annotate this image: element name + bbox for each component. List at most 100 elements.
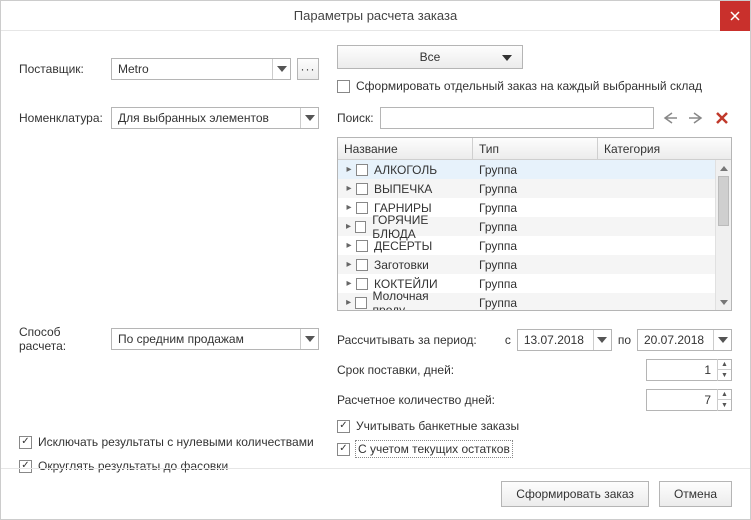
row-checkbox[interactable]	[356, 202, 368, 214]
remains-label: С учетом текущих остатков	[356, 441, 512, 457]
row-checkbox[interactable]	[356, 183, 368, 195]
calc-days-value: 7	[647, 393, 717, 407]
spinner-down-button[interactable]: ▼	[718, 370, 731, 381]
row-category	[598, 198, 731, 217]
calc-days-label: Расчетное количество дней:	[337, 393, 636, 407]
calc-days-row: Расчетное количество дней: 7 ▲ ▼	[337, 389, 732, 411]
period-row: Рассчитывать за период: с 13.07.2018 по …	[337, 329, 732, 351]
grid-scrollbar[interactable]	[715, 160, 731, 310]
delivery-days-label: Срок поставки, дней:	[337, 363, 636, 377]
table-row[interactable]: ▸ ВЫПЕЧКА Группа	[338, 179, 731, 198]
date-from-value: 13.07.2018	[518, 333, 593, 347]
nomenclature-grid: Название Тип Категория ▸ АЛКОГОЛЬ Группа ▸ В…	[337, 137, 732, 311]
spinner-up-button[interactable]: ▲	[718, 359, 731, 370]
tree-expand-icon[interactable]: ▸	[344, 297, 353, 308]
row-name: АЛКОГОЛЬ	[374, 163, 437, 177]
row-type: Группа	[473, 160, 598, 179]
supplier-label: Поставщик:	[19, 62, 105, 76]
tree-expand-icon[interactable]: ▸	[344, 240, 354, 251]
tree-expand-icon[interactable]: ▸	[344, 183, 354, 194]
date-from-input[interactable]: 13.07.2018	[517, 329, 612, 351]
scroll-thumb[interactable]	[718, 176, 729, 226]
column-header-name[interactable]: Название	[338, 138, 473, 159]
supplier-value: Metro	[112, 62, 272, 76]
row-category	[598, 217, 731, 236]
supplier-browse-button[interactable]: ···	[297, 58, 319, 80]
table-row[interactable]: ▸ ДЕСЕРТЫ Группа	[338, 236, 731, 255]
row-name: ВЫПЕЧКА	[374, 182, 432, 196]
row-name: Заготовки	[374, 258, 429, 272]
row-checkbox[interactable]	[356, 278, 368, 290]
row-checkbox[interactable]	[355, 297, 366, 309]
tree-expand-icon[interactable]: ▸	[344, 259, 354, 270]
method-label: Способ расчета:	[19, 325, 105, 353]
tree-expand-icon[interactable]: ▸	[344, 278, 354, 289]
method-combo[interactable]: По средним продажам	[111, 328, 319, 350]
period-to-label: по	[618, 333, 631, 347]
nomenclature-value: Для выбранных элементов	[112, 111, 300, 125]
tree-expand-icon[interactable]: ▸	[344, 164, 354, 175]
supplier-row: Поставщик: Metro ···	[19, 45, 319, 93]
column-header-type[interactable]: Тип	[473, 138, 598, 159]
chevron-down-icon[interactable]	[272, 59, 290, 79]
nomenclature-row: Номенклатура: Для выбранных элементов	[19, 107, 319, 129]
row-checkbox[interactable]	[356, 164, 368, 176]
supplier-combo[interactable]: Metro	[111, 58, 291, 80]
row-checkbox[interactable]	[356, 240, 368, 252]
table-row[interactable]: ▸ГОРЯЧИЕ БЛЮДАГруппа	[338, 217, 731, 236]
close-button[interactable]	[720, 1, 750, 31]
search-prev-button[interactable]	[660, 108, 680, 128]
row-name: ДЕСЕРТЫ	[374, 239, 432, 253]
calc-days-input[interactable]: 7 ▲ ▼	[646, 389, 732, 411]
scroll-down-button[interactable]	[716, 294, 731, 310]
arrow-left-icon	[662, 112, 678, 124]
table-row[interactable]: ▸ АЛКОГОЛЬ Группа	[338, 160, 731, 179]
scroll-up-button[interactable]	[716, 160, 731, 176]
chevron-down-icon[interactable]	[593, 330, 611, 350]
separate-order-checkbox[interactable]: Сформировать отдельный заказ на каждый в…	[337, 79, 732, 93]
row-type: Группа	[473, 179, 598, 198]
x-icon	[715, 111, 729, 125]
window-title: Параметры расчета заказа	[294, 8, 457, 23]
tree-expand-icon[interactable]: ▸	[344, 221, 353, 232]
table-row[interactable]: ▸ Заготовки Группа	[338, 255, 731, 274]
chevron-down-icon	[502, 50, 512, 64]
cancel-button[interactable]: Отмена	[659, 481, 732, 507]
chevron-down-icon[interactable]	[300, 329, 318, 349]
nomenclature-combo[interactable]: Для выбранных элементов	[111, 107, 319, 129]
row-type: Группа	[473, 293, 598, 310]
row-category	[598, 179, 731, 198]
search-input[interactable]	[380, 107, 654, 129]
spinner-down-button[interactable]: ▼	[718, 400, 731, 411]
delivery-days-row: Срок поставки, дней: 1 ▲ ▼	[337, 359, 732, 381]
chevron-down-icon[interactable]	[300, 108, 318, 128]
row-type: Группа	[473, 198, 598, 217]
tree-expand-icon[interactable]: ▸	[344, 202, 354, 213]
row-checkbox[interactable]	[355, 221, 366, 233]
date-to-input[interactable]: 20.07.2018	[637, 329, 732, 351]
row-category	[598, 274, 731, 293]
row-type: Группа	[473, 236, 598, 255]
date-to-value: 20.07.2018	[638, 333, 713, 347]
column-header-category[interactable]: Категория	[598, 138, 731, 159]
row-type: Группа	[473, 217, 598, 236]
search-next-button[interactable]	[686, 108, 706, 128]
banquet-label: Учитывать банкетные заказы	[356, 419, 519, 433]
arrow-right-icon	[688, 112, 704, 124]
exclude-zero-checkbox[interactable]: Исключать результаты с нулевыми количест…	[19, 435, 314, 449]
delivery-days-input[interactable]: 1 ▲ ▼	[646, 359, 732, 381]
banquet-checkbox[interactable]: Учитывать банкетные заказы	[337, 419, 732, 433]
chevron-down-icon[interactable]	[713, 330, 731, 350]
search-clear-button[interactable]	[712, 108, 732, 128]
submit-button[interactable]: Сформировать заказ	[501, 481, 649, 507]
table-row[interactable]: ▸Молочная проду...Группа	[338, 293, 731, 310]
row-type: Группа	[473, 255, 598, 274]
separate-order-label: Сформировать отдельный заказ на каждый в…	[356, 79, 702, 93]
titlebar: Параметры расчета заказа	[1, 1, 750, 31]
spinner-up-button[interactable]: ▲	[718, 389, 731, 400]
remains-checkbox[interactable]: С учетом текущих остатков	[337, 441, 732, 457]
row-checkbox[interactable]	[356, 259, 368, 271]
warehouse-filter-dropdown[interactable]: Все	[337, 45, 523, 69]
row-category	[598, 255, 731, 274]
close-icon	[729, 10, 741, 22]
